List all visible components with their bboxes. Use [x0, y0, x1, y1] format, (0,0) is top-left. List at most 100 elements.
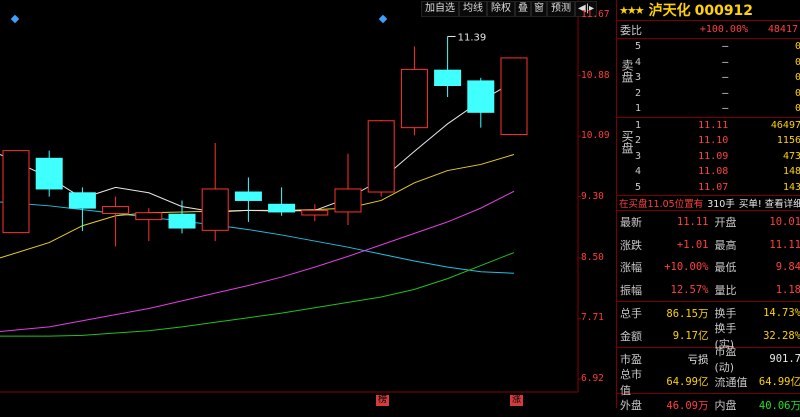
buy-level-row[interactable]: 2 11.10 1156 — [633, 133, 800, 149]
quote-label: 市盈(动) — [714, 345, 737, 375]
quote-value: 9.84 — [775, 261, 800, 274]
stock-code: 000912 — [694, 3, 754, 19]
sell-volume: 0 — [794, 72, 800, 84]
sell-level: 2 — [635, 87, 642, 99]
add-watchlist-button[interactable]: 加自选 — [421, 1, 459, 17]
sell-price: — — [722, 103, 729, 115]
sell-level-row[interactable]: 4 — 0 — [633, 55, 800, 71]
sell-level: 3 — [635, 72, 642, 84]
sell-level-row[interactable]: 5 — 0 — [633, 39, 800, 55]
buy-level: 4 — [635, 166, 642, 178]
quote-panel: ★★★ 泸天化 000912 委比 +100.00% 48417 卖盘 5 — 0 4 —… — [616, 0, 800, 412]
quote-value: 32.28% — [763, 329, 800, 342]
quote-label: 最高 — [714, 238, 737, 252]
quote-value: 64.99亿 — [666, 376, 709, 389]
quote-value: +1.01 — [676, 238, 709, 251]
buy-level-row[interactable]: 3 11.09 473 — [633, 149, 800, 165]
y-tick-label: 7.71 — [581, 312, 604, 324]
order-alert-link[interactable]: 买单! 查看详细 — [739, 196, 800, 210]
order-alert[interactable]: 在买盘11.05位置有 310手 买单! 查看详细 — [617, 196, 800, 211]
candle-body — [400, 68, 428, 129]
quote-value: 11.11 — [676, 216, 709, 229]
sell-price: — — [722, 72, 729, 84]
buy-level: 1 — [635, 119, 642, 131]
candle-body — [201, 188, 229, 231]
ex-rights-button[interactable]: 除权 — [487, 1, 515, 17]
sell-price: — — [722, 87, 729, 99]
buy-price: 11.09 — [698, 150, 729, 162]
candle-body — [35, 157, 63, 190]
sell-level-row[interactable]: 2 — 0 — [633, 86, 800, 102]
buy-level-row[interactable]: 5 11.07 143 — [633, 180, 800, 196]
quote-row: 最新 11.11 开盘 10.01 — [617, 211, 800, 234]
buy-volume: 473 — [782, 150, 800, 162]
quote-row: 涨跌 +1.01 最高 11.11 — [617, 234, 800, 257]
candle-body — [434, 69, 462, 87]
candle — [500, 57, 528, 136]
buy-level-row[interactable]: 1 11.11 46497 — [633, 118, 800, 134]
candle-body — [268, 203, 296, 213]
candle-body — [102, 206, 130, 214]
overlay-button[interactable]: 叠 — [515, 1, 531, 17]
weibi-diff: 48417 — [767, 24, 798, 35]
quote-label: 流通值 — [714, 375, 748, 389]
x-tag-zhang: 涨 — [510, 395, 524, 406]
moving-average-button[interactable]: 均线 — [459, 1, 487, 17]
candle-body — [135, 212, 163, 221]
quote-row: 涨幅 +10.00% 最低 9.84 — [617, 256, 800, 279]
window-button[interactable]: 窗 — [531, 1, 547, 17]
quote-value: 14.73% — [763, 307, 800, 320]
quote-value: 12.57% — [670, 283, 709, 296]
buy-book: 买盘 1 11.11 46497 2 11.10 1156 3 11.09 473 4 11.08 1… — [617, 118, 800, 196]
quote-value: 86.15万 — [666, 307, 709, 320]
weibi-row: 委比 +100.00% 48417 — [617, 21, 800, 39]
quote-label: 内盘 — [714, 399, 737, 413]
buy-level-row[interactable]: 4 11.08 148 — [633, 164, 800, 180]
candle-body — [334, 188, 362, 213]
quote-row: 总市值 64.99亿 流通值 64.99亿 — [617, 368, 800, 397]
candle-body — [68, 192, 96, 209]
quote-value: +10.00% — [664, 261, 709, 274]
quote-row: 外盘 46.09万 内盘 40.06万 — [617, 394, 800, 417]
buy-level: 2 — [635, 135, 642, 147]
chart-toolbar: 加自选 均线 除权 叠 窗 预测 ◀|▸ — [421, 1, 598, 17]
buy-price: 11.10 — [698, 135, 729, 147]
buy-level: 5 — [635, 181, 642, 193]
buy-price: 11.07 — [698, 181, 729, 193]
buy-label: 买盘 — [619, 129, 634, 158]
sell-label-text: 卖盘 — [620, 59, 634, 83]
weibi-pct: +100.00% — [699, 24, 748, 35]
weibi-label: 委比 — [620, 23, 642, 37]
sell-level: 1 — [635, 103, 642, 115]
buy-price: 11.08 — [698, 166, 729, 178]
buy-label-text: 买盘 — [620, 129, 634, 154]
y-tick-label: 8.50 — [581, 251, 604, 263]
buy-volume: 148 — [782, 166, 800, 178]
quote-label: 金额 — [620, 329, 642, 343]
candle-body — [500, 57, 528, 136]
sell-price: — — [722, 41, 729, 53]
sell-volume: 0 — [794, 41, 800, 53]
quote-row: 振幅 12.57% 量比 1.18 — [617, 279, 800, 302]
candle-body — [234, 191, 262, 201]
order-alert-text: 在买盘11.05位置有 — [619, 199, 704, 210]
sell-level-row[interactable]: 3 — 0 — [633, 70, 800, 86]
quote-value: 11.11 — [769, 238, 800, 251]
quote-label: 总手 — [620, 307, 642, 321]
quote-value: 亏损 — [687, 353, 709, 366]
buy-volume: 46497 — [770, 119, 800, 131]
buy-volume: 1156 — [776, 135, 800, 147]
quote-value: 10.01 — [769, 216, 800, 229]
candle-body — [367, 120, 395, 193]
candle-body — [168, 213, 196, 229]
quote-label: 量比 — [714, 283, 737, 297]
stock-title[interactable]: 泸天化 000912 — [649, 0, 753, 20]
stock-header: ★★★ 泸天化 000912 — [617, 0, 800, 21]
order-alert-volume: 310手 — [707, 199, 735, 210]
quote-label: 涨幅 — [620, 261, 642, 275]
quote-label: 最低 — [714, 261, 737, 275]
quote-value: 64.99亿 — [758, 376, 800, 389]
forecast-button[interactable]: 预测 — [547, 1, 575, 17]
sell-volume: 0 — [794, 87, 800, 99]
sell-level-row[interactable]: 1 — 0 — [633, 101, 800, 117]
